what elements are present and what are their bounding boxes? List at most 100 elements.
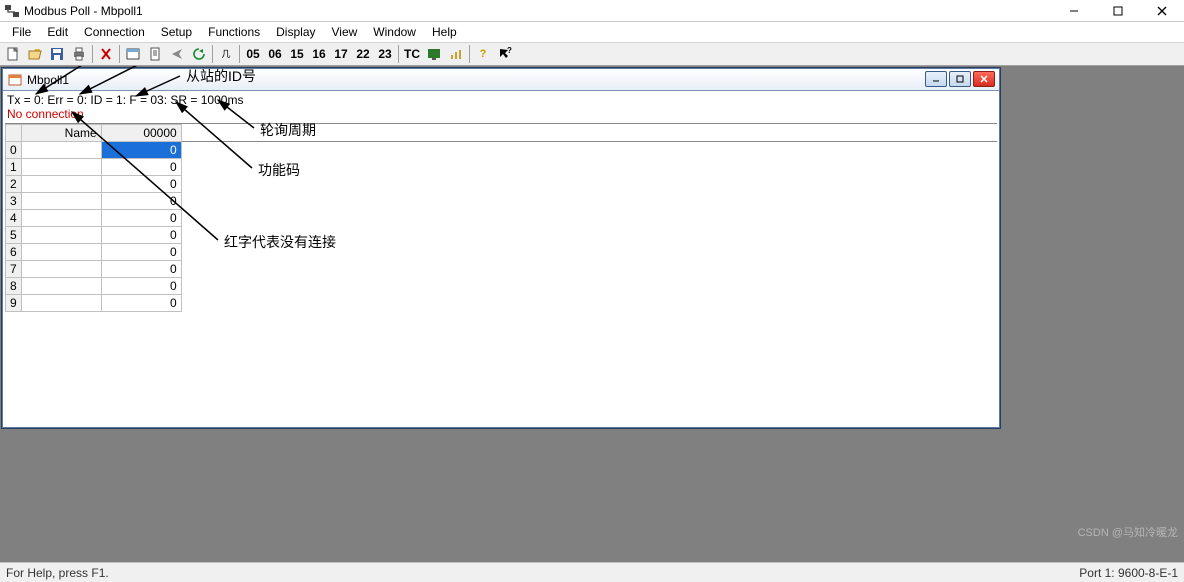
toolbar-cut-icon[interactable] (95, 44, 117, 64)
toolbar-doc-icon[interactable] (144, 44, 166, 64)
menu-help[interactable]: Help (424, 23, 465, 41)
table-row[interactable]: 10 (6, 159, 182, 176)
cell-value[interactable]: 0 (101, 261, 181, 278)
table-row[interactable]: 80 (6, 278, 182, 295)
menu-setup[interactable]: Setup (153, 23, 200, 41)
cell-name[interactable] (21, 159, 101, 176)
menubar: File Edit Connection Setup Functions Dis… (0, 22, 1184, 42)
toolbar-func-05[interactable]: 05 (242, 47, 264, 61)
app-icon (4, 3, 20, 19)
menu-connection[interactable]: Connection (76, 23, 153, 41)
toolbar-separator (469, 45, 470, 63)
toolbar-print-icon[interactable] (68, 44, 90, 64)
child-window-mbpoll1: Mbpoll1 Tx = 0: Err = 0: ID = 1: F = 03:… (2, 68, 1000, 428)
cell-name[interactable] (21, 176, 101, 193)
cell-value[interactable]: 0 (101, 278, 181, 295)
table-row[interactable]: 40 (6, 210, 182, 227)
cell-value[interactable]: 0 (101, 210, 181, 227)
window-close-button[interactable] (1140, 0, 1184, 21)
row-index[interactable]: 6 (6, 244, 22, 261)
grid-header-name[interactable]: Name (21, 125, 101, 142)
toolbar-chart-icon[interactable] (445, 44, 467, 64)
grid-header-value[interactable]: 00000 (101, 125, 181, 142)
grid-corner (6, 125, 22, 142)
toolbar-refresh-icon[interactable] (188, 44, 210, 64)
toolbar-func-16[interactable]: 16 (308, 47, 330, 61)
svg-text:?: ? (507, 47, 512, 55)
cell-name[interactable] (21, 278, 101, 295)
statusbar: For Help, press F1. Port 1: 9600-8-E-1 (0, 562, 1184, 582)
toolbar-func-22[interactable]: 22 (352, 47, 374, 61)
toolbar-bits-icon[interactable]: 几 (215, 44, 237, 64)
toolbar-func-06[interactable]: 06 (264, 47, 286, 61)
row-index[interactable]: 0 (6, 142, 22, 159)
no-connection-text: No connection (5, 107, 997, 121)
toolbar-monitor-icon[interactable] (423, 44, 445, 64)
menu-file[interactable]: File (4, 23, 39, 41)
toolbar-separator (398, 45, 399, 63)
cell-value[interactable]: 0 (101, 142, 181, 159)
table-row[interactable]: 30 (6, 193, 182, 210)
cell-value[interactable]: 0 (101, 159, 181, 176)
row-index[interactable]: 9 (6, 295, 22, 312)
window-maximize-button[interactable] (1096, 0, 1140, 21)
data-grid[interactable]: Name 00000 00102030405060708090 (5, 123, 997, 312)
app-titlebar: Modbus Poll - Mbpoll1 (0, 0, 1184, 22)
table-row[interactable]: 90 (6, 295, 182, 312)
child-maximize-button[interactable] (949, 71, 971, 87)
toolbar-window-icon[interactable] (122, 44, 144, 64)
cell-name[interactable] (21, 142, 101, 159)
statusbar-port: Port 1: 9600-8-E-1 (1079, 566, 1178, 580)
cell-name[interactable] (21, 244, 101, 261)
menu-display[interactable]: Display (268, 23, 323, 41)
toolbar-save-icon[interactable] (46, 44, 68, 64)
cell-value[interactable]: 0 (101, 227, 181, 244)
menu-window[interactable]: Window (365, 23, 424, 41)
toolbar-context-help-icon[interactable]: ? (494, 44, 516, 64)
child-close-button[interactable] (973, 71, 995, 87)
toolbar-send-icon[interactable] (166, 44, 188, 64)
table-row[interactable]: 00 (6, 142, 182, 159)
toolbar-func-15[interactable]: 15 (286, 47, 308, 61)
cell-value[interactable]: 0 (101, 193, 181, 210)
cell-value[interactable]: 0 (101, 176, 181, 193)
cell-value[interactable]: 0 (101, 295, 181, 312)
menu-edit[interactable]: Edit (39, 23, 76, 41)
cell-name[interactable] (21, 227, 101, 244)
row-index[interactable]: 4 (6, 210, 22, 227)
menu-view[interactable]: View (324, 23, 366, 41)
child-title: Mbpoll1 (27, 73, 69, 87)
row-index[interactable]: 8 (6, 278, 22, 295)
toolbar-func-23[interactable]: 23 (374, 47, 396, 61)
watermark-text: CSDN @马知冷暖龙 (1078, 524, 1178, 540)
row-index[interactable]: 7 (6, 261, 22, 278)
child-window-icon (7, 72, 23, 88)
cell-value[interactable]: 0 (101, 244, 181, 261)
toolbar-func-17[interactable]: 17 (330, 47, 352, 61)
table-row[interactable]: 50 (6, 227, 182, 244)
child-titlebar[interactable]: Mbpoll1 (3, 69, 999, 91)
window-minimize-button[interactable] (1052, 0, 1096, 21)
app-title: Modbus Poll - Mbpoll1 (24, 4, 143, 18)
toolbar-new-icon[interactable] (2, 44, 24, 64)
mdi-client-area: Mbpoll1 Tx = 0: Err = 0: ID = 1: F = 03:… (0, 66, 1184, 562)
row-index[interactable]: 5 (6, 227, 22, 244)
table-row[interactable]: 20 (6, 176, 182, 193)
toolbar-separator (239, 45, 240, 63)
child-minimize-button[interactable] (925, 71, 947, 87)
toolbar-open-icon[interactable] (24, 44, 46, 64)
row-index[interactable]: 3 (6, 193, 22, 210)
table-row[interactable]: 60 (6, 244, 182, 261)
toolbar-help-icon[interactable]: ? (472, 44, 494, 64)
cell-name[interactable] (21, 295, 101, 312)
cell-name[interactable] (21, 261, 101, 278)
cell-name[interactable] (21, 193, 101, 210)
row-index[interactable]: 2 (6, 176, 22, 193)
row-index[interactable]: 1 (6, 159, 22, 176)
cell-name[interactable] (21, 210, 101, 227)
toolbar-tc[interactable]: TC (401, 47, 423, 61)
table-row[interactable]: 70 (6, 261, 182, 278)
poll-status-line: Tx = 0: Err = 0: ID = 1: F = 03: SR = 10… (5, 93, 997, 107)
statusbar-help: For Help, press F1. (6, 566, 109, 580)
menu-functions[interactable]: Functions (200, 23, 268, 41)
